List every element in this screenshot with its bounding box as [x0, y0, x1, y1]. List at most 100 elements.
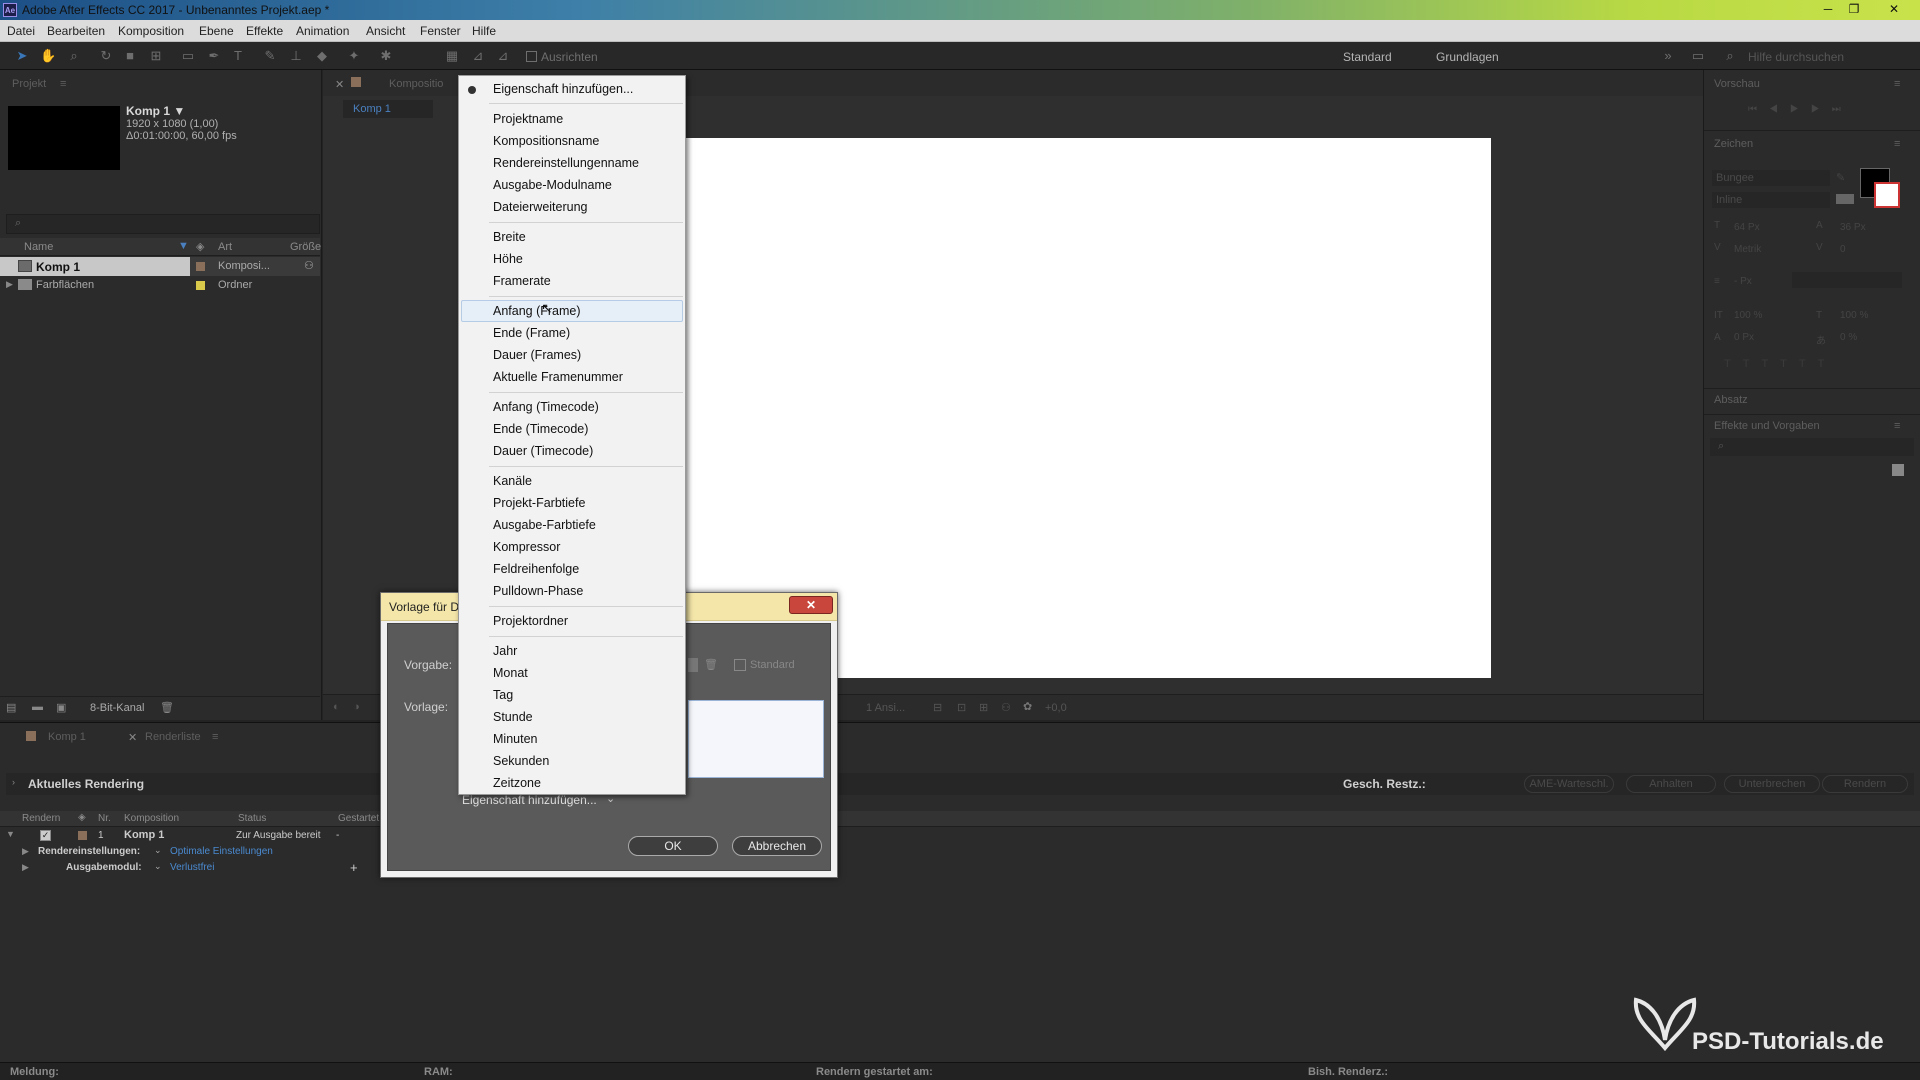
menu-item-projektordner[interactable]: Projektordner [493, 614, 568, 628]
comp-breadcrumb[interactable]: Komp 1 [343, 100, 433, 118]
render-checkbox[interactable]: ✓ [40, 830, 51, 841]
minimize-icon[interactable]: ─ [1818, 1, 1838, 17]
panel-menu-icon[interactable]: ≡ [1894, 78, 1900, 90]
menu-item-monat[interactable]: Monat [493, 666, 528, 680]
project-search-input[interactable]: ⌕ [6, 214, 320, 234]
output-module-link[interactable]: Verlustfrei [170, 862, 214, 873]
menu-item-dauer-frames[interactable]: Dauer (Frames) [493, 348, 581, 362]
toggle-icon[interactable]: ⊟ [933, 701, 942, 714]
stroke-color-swatch[interactable] [1874, 182, 1900, 208]
menu-item-hoehe[interactable]: Höhe [493, 252, 523, 266]
font-family-dropdown[interactable]: Bungee [1712, 170, 1830, 186]
menu-ebene[interactable]: Ebene [199, 24, 234, 38]
eyedropper-icon[interactable]: ✎ [1836, 171, 1845, 184]
hscale-value[interactable]: 100 % [1840, 310, 1868, 321]
menu-item-stunde[interactable]: Stunde [493, 710, 533, 724]
snap-option-icon[interactable]: ⊿ [470, 48, 486, 64]
menu-item-feldreihenfolge[interactable]: Feldreihenfolge [493, 562, 579, 576]
text-tool-icon[interactable]: T [230, 48, 246, 64]
label-column-icon[interactable]: ◈ [78, 812, 86, 823]
menu-item-dateierweiterung[interactable]: Dateierweiterung [493, 200, 588, 214]
more-workspaces-icon[interactable]: » [1660, 48, 1676, 64]
expand-arrow-icon[interactable]: ▶ [22, 846, 29, 857]
menu-animation[interactable]: Animation [296, 24, 349, 38]
swap-colors-icon[interactable] [1836, 194, 1854, 204]
workspace-standard[interactable]: Standard [1343, 50, 1392, 64]
sync-icon[interactable]: ▭ [1690, 48, 1706, 64]
menu-item-ausgabe-farbtiefe[interactable]: Ausgabe-Farbtiefe [493, 518, 596, 532]
interpret-footage-icon[interactable]: ▤ [6, 701, 16, 714]
project-row-komp1[interactable]: Komp 1 Komposi... ⚇ [0, 257, 320, 276]
pen-tool-icon[interactable]: ✒ [206, 48, 222, 64]
roto-brush-tool-icon[interactable]: ✦ [346, 48, 362, 64]
comp-info-name[interactable]: Komp 1 ▼ [126, 104, 185, 118]
col-nr[interactable]: Nr. [98, 813, 111, 824]
expand-arrow-icon[interactable]: ▶ [22, 862, 29, 873]
label-column-icon[interactable]: ◈ [196, 240, 204, 253]
project-panel-title[interactable]: Projekt [12, 78, 46, 90]
standard-checkbox[interactable] [734, 659, 746, 671]
ok-button[interactable]: OK [628, 836, 718, 856]
exposure-value[interactable]: +0,0 [1045, 702, 1067, 714]
menu-item-kompositionsname[interactable]: Kompositionsname [493, 134, 599, 148]
ame-queue-button[interactable]: AME-Warteschl. [1524, 775, 1614, 793]
expand-arrow-icon[interactable]: ▶ [6, 279, 13, 290]
menu-item-header[interactable]: Eigenschaft hinzufügen... [493, 82, 633, 96]
pixel-aspect-icon[interactable]: ⊡ [957, 701, 966, 714]
view-count-dropdown[interactable]: 1 Ansi... [866, 702, 905, 714]
delete-preset-icon[interactable]: 🗑 [704, 658, 718, 671]
menu-ansicht[interactable]: Ansicht [366, 24, 405, 38]
col-groesse[interactable]: Größe [290, 241, 321, 253]
panel-menu-icon-2[interactable]: ≡ [1894, 138, 1900, 150]
tracking-value[interactable]: 0 [1840, 244, 1846, 255]
menu-item-projekt-farbtiefe[interactable]: Projekt-Farbtiefe [493, 496, 585, 510]
menu-item-ausgabe-modulname[interactable]: Ausgabe-Modulname [493, 178, 612, 192]
snap-option2-icon[interactable]: ⊿ [495, 48, 511, 64]
puppet-tool-icon[interactable]: ✱ [378, 48, 394, 64]
new-comp-icon[interactable]: ▣ [56, 701, 66, 714]
close-tab-icon[interactable]: ✕ [335, 78, 344, 91]
menu-item-ende-timecode[interactable]: Ende (Timecode) [493, 422, 588, 436]
dropdown-arrow-icon[interactable]: ⌄ [154, 845, 162, 856]
selection-tool-icon[interactable]: ➤ [14, 48, 30, 64]
menu-item-dauer-timecode[interactable]: Dauer (Timecode) [493, 444, 593, 458]
viewer-tab-label[interactable]: Kompositio [389, 78, 443, 90]
flowchart-icon[interactable]: ⚇ [304, 259, 314, 272]
col-name[interactable]: Name [24, 241, 53, 253]
label-color-swatch[interactable] [78, 831, 87, 840]
panel-menu-icon[interactable]: ≡ [60, 78, 66, 90]
3d-view-icon[interactable]: ⚇ [1001, 701, 1011, 714]
menu-item-aktuelle-framenummer[interactable]: Aktuelle Framenummer [493, 370, 623, 384]
menu-item-kanaele[interactable]: Kanäle [493, 474, 532, 488]
new-folder-icon[interactable]: ▬ [32, 701, 43, 713]
label-color-swatch[interactable] [196, 281, 205, 290]
menu-item-rendereinstellungenname[interactable]: Rendereinstellungenname [493, 156, 639, 170]
exposure-icon[interactable]: ✿ [1023, 700, 1032, 713]
label-color-swatch[interactable] [196, 262, 205, 271]
col-komposition[interactable]: Komposition [124, 813, 179, 824]
menu-item-kompressor[interactable]: Kompressor [493, 540, 560, 554]
sort-arrow-icon[interactable]: ▼ [178, 240, 189, 252]
zoom-tool-icon[interactable]: ⌕ [66, 48, 82, 64]
menu-item-tag[interactable]: Tag [493, 688, 513, 702]
col-gestartet[interactable]: Gestartet [338, 813, 379, 824]
menu-item-sekunden[interactable]: Sekunden [493, 754, 549, 768]
render-settings-link[interactable]: Optimale Einstellungen [170, 846, 273, 857]
new-preset-icon[interactable] [1892, 464, 1904, 476]
project-row-farbflaechen[interactable]: ▶ Farbflächen Ordner [0, 276, 320, 295]
render-item-row[interactable]: ▼ ✓ 1 Komp 1 Zur Ausgabe bereit - [0, 828, 1920, 844]
menu-komposition[interactable]: Komposition [118, 24, 184, 38]
add-output-icon[interactable]: + [350, 860, 358, 875]
kerning-value[interactable]: Metrik [1734, 244, 1761, 255]
effekte-panel-title[interactable]: Effekte und Vorgaben [1714, 420, 1820, 432]
save-preset-icon[interactable] [688, 658, 698, 672]
workspace-grundlagen[interactable]: Grundlagen [1436, 50, 1499, 64]
dialog-close-button[interactable]: ✕ [789, 596, 833, 614]
dropdown-arrow-icon-2[interactable]: ⌄ [154, 861, 162, 872]
collapse-arrow-icon[interactable]: ▼ [6, 829, 15, 839]
rotate-tool-icon[interactable]: ↻ [98, 48, 114, 64]
font-size-value[interactable]: 64 Px [1734, 222, 1760, 233]
tsume-value[interactable]: 0 % [1840, 332, 1857, 343]
absatz-panel-title[interactable]: Absatz [1714, 394, 1748, 406]
panel-menu-icon[interactable]: ≡ [212, 731, 218, 743]
